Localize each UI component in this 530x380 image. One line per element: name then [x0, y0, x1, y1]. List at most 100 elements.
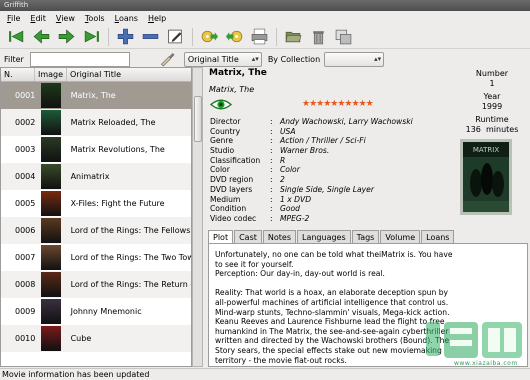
list-rows: 0001 Matrix, The 0002 Matrix Reloaded, The 0… [1, 82, 191, 352]
menu-tools[interactable]: Tools [80, 14, 110, 23]
menu-help[interactable]: Help [143, 14, 171, 23]
row-number: 0002 [15, 118, 36, 127]
row-number: 0008 [15, 280, 36, 289]
row-image-cell [35, 110, 67, 135]
filter-field-combo[interactable]: Original Title ▴▾ [183, 51, 262, 67]
rating-stars[interactable]: ★★★★★★★★★★ [302, 99, 374, 109]
trash-button[interactable] [308, 27, 328, 47]
prev-button[interactable] [31, 27, 51, 47]
edit-icon [167, 29, 182, 44]
loan-button[interactable] [199, 27, 219, 47]
column-image[interactable]: Image [35, 68, 67, 81]
tab-languages[interactable]: Languages [296, 230, 351, 243]
plot-line: Unfortunately, no one can be told what t… [215, 250, 453, 259]
print-icon [251, 28, 267, 45]
table-row[interactable]: 0004 Animatrix [1, 163, 191, 190]
movie-details: Matrix, The Matrix, The ★★★★★★★★★★ Direc… [208, 67, 448, 227]
add-icon [117, 28, 133, 45]
tab-tags[interactable]: Tags [351, 230, 380, 243]
row-number: 0007 [15, 253, 36, 262]
detail-colon: : [270, 184, 273, 194]
table-row[interactable]: 0007 Lord of the Rings: The Two Towe [1, 244, 191, 271]
edit-button[interactable] [165, 27, 185, 47]
open-folder-button[interactable] [283, 27, 303, 47]
detail-colon: : [270, 117, 273, 126]
next-button[interactable] [56, 27, 76, 47]
detail-key: Color [210, 165, 230, 175]
detail-value: Single Side, Single Layer [280, 184, 374, 194]
row-number: 0010 [15, 334, 36, 343]
row-thumbnail [40, 110, 61, 135]
row-thumbnail [40, 245, 61, 270]
list-scrollbar[interactable] [192, 67, 203, 367]
row-image-cell [35, 326, 67, 351]
tab-cast[interactable]: Cast [234, 230, 262, 243]
table-row[interactable]: 0005 X-Files: Fight the Future [1, 190, 191, 217]
row-image-cell [35, 191, 67, 216]
menu-view[interactable]: View [51, 14, 80, 23]
number-label: Number [475, 69, 509, 78]
filter-input[interactable] [29, 51, 130, 67]
window-button[interactable] [333, 27, 353, 47]
add-button[interactable] [115, 27, 135, 47]
row-number: 0005 [15, 199, 36, 208]
column-number[interactable]: N. [1, 68, 35, 81]
table-row[interactable]: 0006 Lord of the Rings: The Fellowship [1, 217, 191, 244]
plot-line: Mind-warp stunts, Techno-slammin' visual… [215, 307, 450, 317]
row-number: 0001 [15, 91, 36, 100]
detail-value: Good [280, 204, 300, 214]
tab-loans[interactable]: Loans [421, 230, 455, 243]
detail-value: Warner Bros. [280, 146, 330, 156]
last-button[interactable] [81, 27, 101, 47]
table-row[interactable]: 0010 Cube [1, 325, 191, 352]
window-titlebar: Griffith [0, 0, 530, 11]
table-row[interactable]: 0002 Matrix Reloaded, The [1, 109, 191, 136]
row-thumbnail [40, 137, 61, 162]
column-original-title[interactable]: Original Title [67, 68, 191, 81]
seen-eye-icon [210, 99, 232, 110]
detail-key: Video codec [210, 213, 257, 223]
print-button[interactable] [249, 27, 269, 47]
list-header: N. Image Original Title [1, 68, 191, 82]
row-thumbnail [40, 83, 61, 108]
first-button[interactable] [6, 27, 26, 47]
runtime-unit: minutes [485, 125, 519, 134]
tab-volume[interactable]: Volume [380, 230, 421, 243]
year-value: 1999 [481, 102, 503, 111]
detail-key: Director [210, 117, 241, 126]
table-row[interactable]: 0009 Johnny Mnemonic [1, 298, 191, 325]
detail-row: Color: Color [210, 165, 450, 175]
return-button[interactable] [224, 27, 244, 47]
table-row[interactable]: 0003 Matrix Revolutions, The [1, 136, 191, 163]
prev-icon [33, 29, 49, 44]
detail-row: DVD layers: Single Side, Single Layer [210, 185, 450, 195]
table-row[interactable]: 0008 Lord of the Rings: The Return of [1, 271, 191, 298]
toolbar [0, 25, 530, 49]
row-title: Lord of the Rings: The Fellowship [70, 226, 191, 235]
plot-line: all-powerful machines of artificial inte… [215, 297, 449, 307]
table-row[interactable]: 0001 Matrix, The [1, 82, 191, 109]
collection-combo[interactable]: ▴▾ [324, 51, 385, 67]
menu-file[interactable]: File [2, 14, 25, 23]
window-title: Griffith [4, 1, 29, 9]
row-title: Animatrix [70, 172, 110, 181]
movie-poster[interactable]: MATRIX [460, 139, 512, 215]
runtime-minutes: 136 [465, 125, 481, 134]
toolbar-separator [192, 27, 193, 46]
detail-value: MPEG-2 [280, 213, 310, 223]
row-title: Cube [70, 334, 92, 343]
movie-title: Matrix, The [209, 68, 267, 78]
delete-button[interactable] [140, 27, 160, 47]
detail-row: DVD region:2 [210, 175, 450, 185]
tab-notes[interactable]: Notes [262, 230, 296, 243]
tab-plot[interactable]: Plot [208, 230, 234, 244]
menu-loans[interactable]: Loans [110, 14, 143, 23]
detail-colon: : [270, 204, 273, 214]
row-thumbnail [40, 272, 61, 297]
row-number: 0003 [15, 145, 36, 154]
scrollbar-thumb[interactable] [194, 96, 202, 142]
clear-filter-button[interactable] [160, 52, 180, 67]
filter-field-value: Original Title [187, 54, 239, 64]
menu-edit[interactable]: Edit [25, 14, 51, 23]
detail-colon: : [270, 213, 273, 223]
